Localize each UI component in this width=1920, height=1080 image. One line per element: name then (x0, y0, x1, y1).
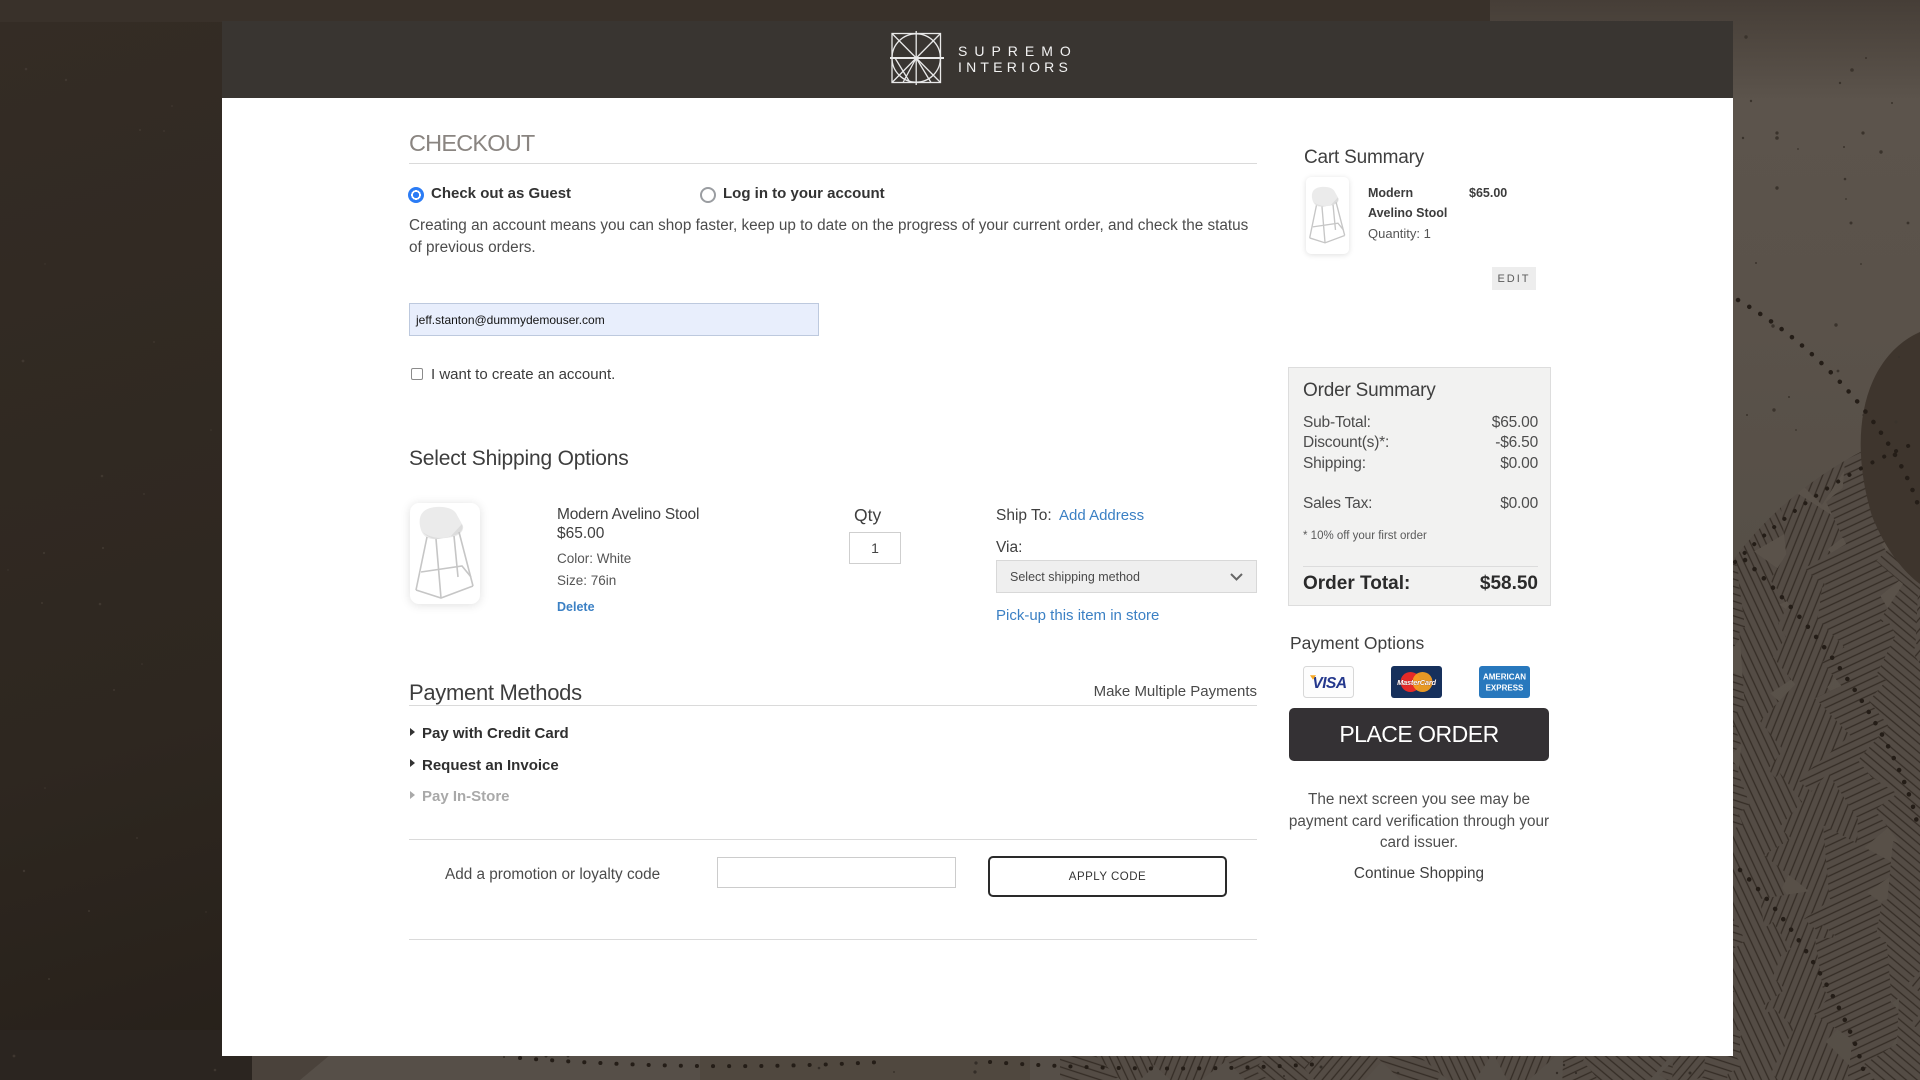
svg-text:MasterCard: MasterCard (1397, 678, 1436, 687)
svg-text:EXPRESS: EXPRESS (1486, 684, 1524, 693)
svg-text:AMERICAN: AMERICAN (1483, 673, 1526, 682)
svg-text:VISA: VISA (1312, 675, 1346, 692)
